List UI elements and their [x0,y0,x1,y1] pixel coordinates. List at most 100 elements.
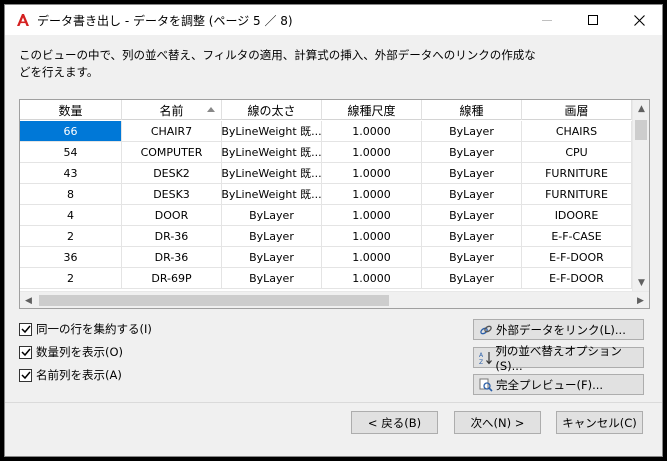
cell-layer[interactable]: FURNITURE [522,163,632,184]
maximize-button[interactable] [570,5,616,35]
table-row[interactable]: 4 DOOR ByLayer 1.0000 ByLayer IDOORE [20,205,632,226]
description-text: このビューの中で、列の並べ替え、フィルタの適用、計算式の挿入、外部データへのリン… [19,48,536,79]
cell-linetype-scale[interactable]: 1.0000 [322,121,422,142]
cell-layer[interactable]: E-F-DOOR [522,268,632,289]
cell-name[interactable]: DESK2 [122,163,222,184]
link-icon [478,322,494,338]
table-row[interactable]: 2 DR-36 ByLayer 1.0000 ByLayer E-F-CASE [20,226,632,247]
table-row[interactable]: 66 CHAIR7 ByLineWeight 既... 1.0000 ByLayer CH… [20,121,632,142]
cell-lineweight[interactable]: ByLayer [222,247,322,268]
checkmark-icon [20,325,31,334]
cell-layer[interactable]: IDOORE [522,205,632,226]
cell-linetype[interactable]: ByLayer [422,268,522,289]
cell-count[interactable]: 2 [20,268,122,289]
cell-layer[interactable]: CPU [522,142,632,163]
cell-linetype-scale[interactable]: 1.0000 [322,268,422,289]
option-combine-rows[interactable]: 同一の行を集約する(I) [19,321,152,337]
cell-name[interactable]: COMPUTER [122,142,222,163]
cell-lineweight[interactable]: ByLayer [222,205,322,226]
cell-linetype-scale[interactable]: 1.0000 [322,184,422,205]
horizontal-scrollbar[interactable]: ◀ ▶ [20,291,649,308]
column-header-lineweight[interactable]: 線の太さ [222,100,322,120]
cell-lineweight[interactable]: ByLineWeight 既... [222,142,322,163]
cell-name[interactable]: DR-36 [122,247,222,268]
cell-linetype-scale[interactable]: 1.0000 [322,142,422,163]
cell-count[interactable]: 4 [20,205,122,226]
cell-linetype-scale[interactable]: 1.0000 [322,247,422,268]
show-count-label: 数量列を表示(O) [36,345,124,359]
horizontal-scroll-thumb[interactable] [39,295,389,306]
cell-lineweight[interactable]: ByLayer [222,226,322,247]
combine-rows-checkbox[interactable] [19,322,32,336]
table-row[interactable]: 36 DR-36 ByLayer 1.0000 ByLayer E-F-DOOR [20,247,632,268]
cell-linetype-scale[interactable]: 1.0000 [322,226,422,247]
option-show-name[interactable]: 名前列を表示(A) [19,367,122,383]
cell-layer[interactable]: CHAIRS [522,121,632,142]
scroll-down-icon[interactable]: ▼ [633,274,649,291]
cell-linetype[interactable]: ByLayer [422,184,522,205]
show-name-checkbox[interactable] [19,368,32,382]
table-row[interactable]: 54 COMPUTER ByLineWeight 既... 1.0000 ByLayer… [20,142,632,163]
cell-linetype[interactable]: ByLayer [422,247,522,268]
cell-count[interactable]: 36 [20,247,122,268]
cell-linetype-scale[interactable]: 1.0000 [322,205,422,226]
grid-header: 数量 名前 線の太さ 線種尺度 線種 画層 [20,100,632,120]
cell-layer[interactable]: FURNITURE [522,184,632,205]
full-preview-button[interactable]: 完全プレビュー(F)... [473,374,644,395]
cell-count[interactable]: 8 [20,184,122,205]
table-row[interactable]: 43 DESK2 ByLineWeight 既... 1.0000 ByLayer FUR… [20,163,632,184]
column-header-linetype[interactable]: 線種 [422,100,522,120]
cell-lineweight[interactable]: ByLineWeight 既... [222,121,322,142]
close-button[interactable] [616,5,662,35]
cell-name[interactable]: DOOR [122,205,222,226]
dialog-window: データ書き出し - データを調整 (ページ 5 ／ 8) このビューの中で、列の… [4,4,663,457]
column-header-layer[interactable]: 画層 [522,100,632,120]
cell-lineweight[interactable]: ByLineWeight 既... [222,184,322,205]
cell-linetype[interactable]: ByLayer [422,205,522,226]
cell-name[interactable]: DR-69P [122,268,222,289]
magnifier-icon [478,377,494,393]
cell-linetype[interactable]: ByLayer [422,163,522,184]
title-bar[interactable]: データ書き出し - データを調整 (ページ 5 ／ 8) [5,5,662,35]
vertical-scroll-thumb[interactable] [635,120,647,140]
vertical-scrollbar[interactable]: ▲ ▼ [632,100,649,291]
column-header-count[interactable]: 数量 [20,100,122,120]
option-show-count[interactable]: 数量列を表示(O) [19,344,123,360]
cell-count[interactable]: 43 [20,163,122,184]
minimize-button[interactable] [524,5,570,35]
grid-body: 66 CHAIR7 ByLineWeight 既... 1.0000 ByLayer CH… [20,121,632,289]
cell-name[interactable]: DR-36 [122,226,222,247]
cell-count[interactable]: 66 [20,121,122,142]
minimize-icon [542,19,552,21]
back-button[interactable]: < 戻る(B) [351,411,438,434]
cell-lineweight[interactable]: ByLineWeight 既... [222,163,322,184]
data-grid[interactable]: 数量 名前 線の太さ 線種尺度 線種 画層 66 CHAIR7 ByLineWeig… [19,99,650,309]
column-header-name[interactable]: 名前 [122,100,222,120]
link-external-data-button[interactable]: 外部データをリンク(L)... [473,319,644,340]
svg-text:A: A [479,352,484,359]
table-row[interactable]: 2 DR-69P ByLayer 1.0000 ByLayer E-F-DOOR [20,268,632,289]
show-count-checkbox[interactable] [19,345,32,359]
cell-name[interactable]: DESK3 [122,184,222,205]
cell-name[interactable]: CHAIR7 [122,121,222,142]
cell-layer[interactable]: E-F-DOOR [522,247,632,268]
checkmark-icon [20,348,31,357]
footer-divider [5,402,662,403]
cell-count[interactable]: 2 [20,226,122,247]
sort-options-button[interactable]: AZ 列の並べ替えオプション(S)... [473,344,644,373]
cell-lineweight[interactable]: ByLayer [222,268,322,289]
cancel-button[interactable]: キャンセル(C) [556,411,643,434]
cell-layer[interactable]: E-F-CASE [522,226,632,247]
cell-linetype-scale[interactable]: 1.0000 [322,163,422,184]
table-row[interactable]: 8 DESK3 ByLineWeight 既... 1.0000 ByLayer FURN… [20,184,632,205]
cell-linetype[interactable]: ByLayer [422,226,522,247]
scroll-left-icon[interactable]: ◀ [20,292,37,308]
column-header-linetype-scale[interactable]: 線種尺度 [322,100,422,120]
cell-count[interactable]: 54 [20,142,122,163]
scroll-up-icon[interactable]: ▲ [633,100,649,117]
scroll-right-icon[interactable]: ▶ [632,292,649,308]
combine-rows-label: 同一の行を集約する(I) [36,322,152,336]
next-button[interactable]: 次へ(N) > [454,411,541,434]
cell-linetype[interactable]: ByLayer [422,142,522,163]
cell-linetype[interactable]: ByLayer [422,121,522,142]
